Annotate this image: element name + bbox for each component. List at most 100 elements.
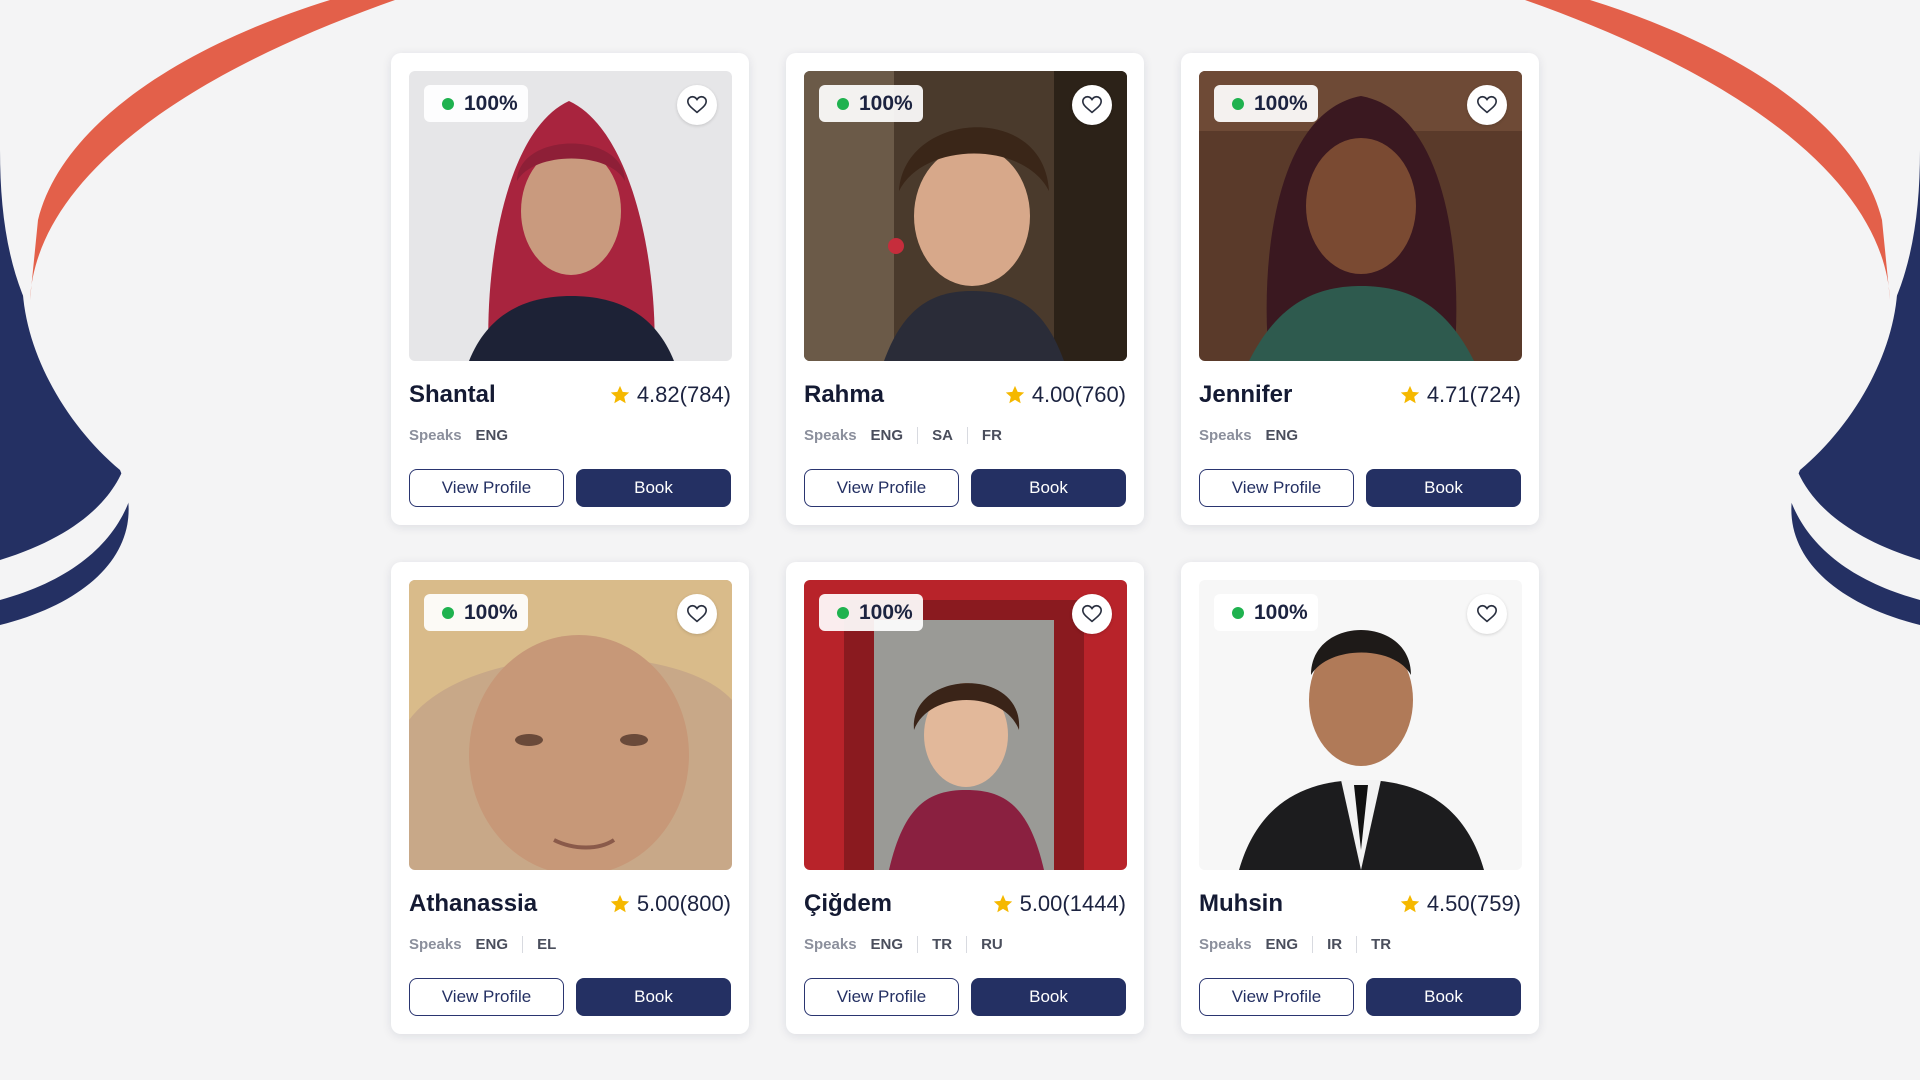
favorite-button[interactable] bbox=[677, 594, 717, 634]
tutor-rating: 4.50 (759) bbox=[1399, 891, 1521, 917]
tutor-rating: 5.00 (1444) bbox=[992, 891, 1126, 917]
tutor-name[interactable]: Shantal bbox=[409, 381, 496, 409]
languages-row: Speaks ENG TR RU bbox=[804, 932, 1126, 956]
languages-row: Speaks ENG EL bbox=[409, 932, 731, 956]
review-count: (759) bbox=[1469, 891, 1521, 916]
language-tag: TR bbox=[917, 935, 966, 953]
language-tag: IR bbox=[1312, 935, 1356, 953]
tutor-rating: 4.00 (760) bbox=[1004, 382, 1126, 408]
speaks-label: Speaks bbox=[804, 935, 857, 953]
language-tag: ENG bbox=[475, 935, 509, 953]
tutor-rating: 5.00 (800) bbox=[609, 891, 731, 917]
languages-row: Speaks ENG IR TR bbox=[1199, 932, 1521, 956]
online-status-dot bbox=[442, 97, 454, 110]
language-tag: ENG bbox=[870, 935, 904, 953]
speaks-label: Speaks bbox=[1199, 935, 1252, 953]
availability-badge: 100% bbox=[1214, 85, 1318, 122]
language-tag: ENG bbox=[1265, 426, 1299, 444]
heart-icon bbox=[1082, 604, 1102, 623]
review-count: (760) bbox=[1074, 382, 1126, 407]
view-profile-button[interactable]: View Profile bbox=[409, 469, 564, 507]
favorite-button[interactable] bbox=[1072, 594, 1112, 634]
availability-percent: 100% bbox=[464, 91, 518, 115]
tutor-photo[interactable]: 100% bbox=[804, 71, 1127, 361]
availability-percent: 100% bbox=[859, 600, 913, 624]
rating-value: 4.50 bbox=[1426, 891, 1470, 916]
rating-value: 5.00 bbox=[636, 891, 680, 916]
online-status-dot bbox=[837, 97, 849, 110]
tutor-rating: 4.82 (784) bbox=[609, 382, 731, 408]
tutor-name[interactable]: Muhsin bbox=[1199, 890, 1283, 918]
languages-row: Speaks ENG bbox=[409, 423, 731, 447]
favorite-button[interactable] bbox=[1467, 85, 1507, 125]
tutor-photo[interactable]: 100% bbox=[1199, 71, 1522, 361]
availability-badge: 100% bbox=[819, 594, 923, 631]
heart-icon bbox=[687, 95, 707, 114]
language-tag: ENG bbox=[1265, 935, 1299, 953]
language-tag: FR bbox=[966, 426, 1016, 444]
review-count: (800) bbox=[679, 891, 731, 916]
review-count: (1444) bbox=[1062, 891, 1126, 916]
rating-value: 4.00 bbox=[1031, 382, 1075, 407]
tutor-name[interactable]: Jennifer bbox=[1199, 381, 1292, 409]
rating-value: 5.00 bbox=[1019, 891, 1063, 916]
language-tag: RU bbox=[966, 935, 1017, 953]
book-button[interactable]: Book bbox=[576, 469, 731, 507]
star-icon bbox=[610, 894, 629, 913]
tutor-rating: 4.71 (724) bbox=[1399, 382, 1521, 408]
book-button[interactable]: Book bbox=[1366, 469, 1521, 507]
book-button[interactable]: Book bbox=[576, 978, 731, 1016]
online-status-dot bbox=[837, 606, 849, 619]
tutor-card: 100% Jennifer 4.71 (724) Speaks ENG View … bbox=[1181, 53, 1539, 525]
speaks-label: Speaks bbox=[1199, 426, 1252, 444]
online-status-dot bbox=[442, 606, 454, 619]
availability-badge: 100% bbox=[1214, 594, 1318, 631]
language-tag: ENG bbox=[870, 426, 904, 444]
favorite-button[interactable] bbox=[677, 85, 717, 125]
star-icon bbox=[993, 894, 1012, 913]
book-button[interactable]: Book bbox=[1366, 978, 1521, 1016]
book-button[interactable]: Book bbox=[971, 978, 1126, 1016]
review-count: (784) bbox=[679, 382, 731, 407]
star-icon bbox=[1400, 385, 1419, 404]
favorite-button[interactable] bbox=[1467, 594, 1507, 634]
tutor-name[interactable]: Rahma bbox=[804, 381, 884, 409]
speaks-label: Speaks bbox=[409, 426, 462, 444]
heart-icon bbox=[687, 604, 707, 623]
star-icon bbox=[1400, 894, 1419, 913]
book-button[interactable]: Book bbox=[971, 469, 1126, 507]
tutor-photo[interactable]: 100% bbox=[409, 71, 732, 361]
tutor-card: 100% Shantal 4.82 (784) Speaks ENG View P… bbox=[391, 53, 749, 525]
availability-badge: 100% bbox=[424, 594, 528, 631]
tutor-photo[interactable]: 100% bbox=[409, 580, 732, 870]
view-profile-button[interactable]: View Profile bbox=[804, 978, 959, 1016]
speaks-label: Speaks bbox=[804, 426, 857, 444]
tutor-name[interactable]: Çiğdem bbox=[804, 890, 892, 918]
tutor-photo[interactable]: 100% bbox=[804, 580, 1127, 870]
online-status-dot bbox=[1232, 97, 1244, 110]
online-status-dot bbox=[1232, 606, 1244, 619]
language-tag: SA bbox=[917, 426, 967, 444]
availability-percent: 100% bbox=[859, 91, 913, 115]
tutor-card: 100% Athanassia 5.00 (800) Speaks ENG EL … bbox=[391, 562, 749, 1034]
view-profile-button[interactable]: View Profile bbox=[1199, 978, 1354, 1016]
tutor-name[interactable]: Athanassia bbox=[409, 890, 537, 918]
tutor-card: 100% Çiğdem 5.00 (1444) Speaks ENG TR RU … bbox=[786, 562, 1144, 1034]
availability-percent: 100% bbox=[1254, 91, 1308, 115]
language-tag: EL bbox=[522, 935, 570, 953]
tutor-photo[interactable]: 100% bbox=[1199, 580, 1522, 870]
tutor-grid: 100% Shantal 4.82 (784) Speaks ENG View P… bbox=[391, 53, 1539, 1034]
view-profile-button[interactable]: View Profile bbox=[1199, 469, 1354, 507]
language-tag: ENG bbox=[475, 426, 509, 444]
star-icon bbox=[1005, 385, 1024, 404]
speaks-label: Speaks bbox=[409, 935, 462, 953]
favorite-button[interactable] bbox=[1072, 85, 1112, 125]
view-profile-button[interactable]: View Profile bbox=[804, 469, 959, 507]
view-profile-button[interactable]: View Profile bbox=[409, 978, 564, 1016]
star-icon bbox=[610, 385, 629, 404]
availability-percent: 100% bbox=[1254, 600, 1308, 624]
heart-icon bbox=[1477, 95, 1497, 114]
availability-percent: 100% bbox=[464, 600, 518, 624]
tutor-card: 100% Rahma 4.00 (760) Speaks ENG SA FR Vi… bbox=[786, 53, 1144, 525]
language-tag: TR bbox=[1356, 935, 1405, 953]
